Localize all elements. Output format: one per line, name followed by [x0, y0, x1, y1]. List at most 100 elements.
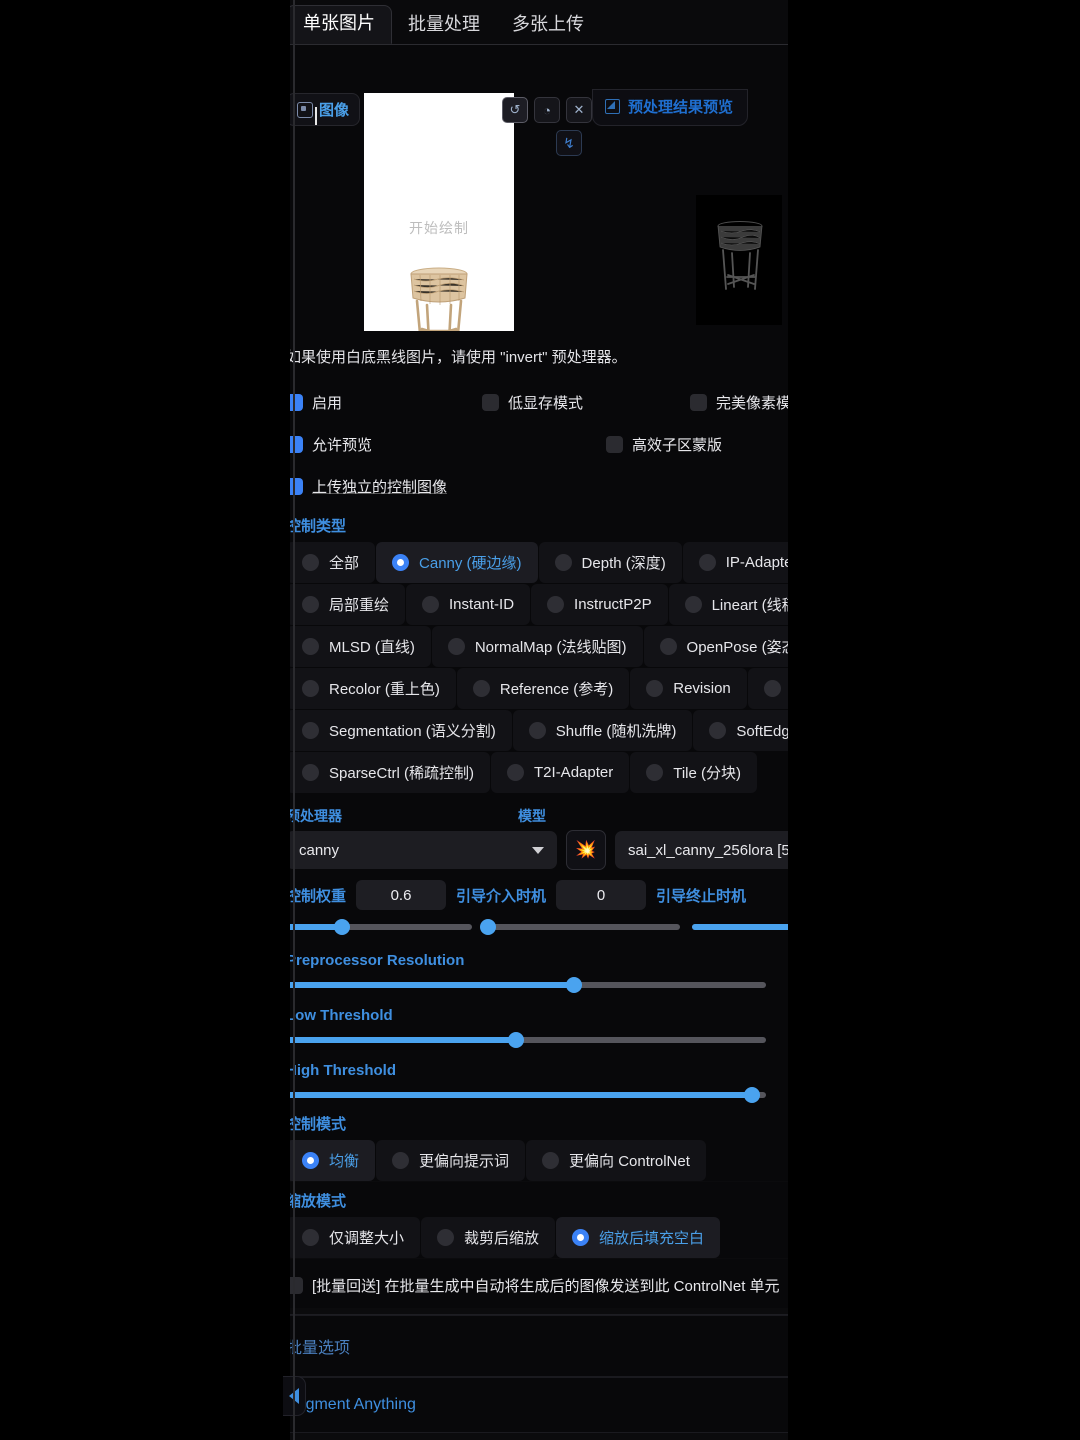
control-weight-value[interactable]: 0.6: [356, 880, 447, 910]
radio-sparsectrl[interactable]: SparseCtrl (稀疏控制): [290, 752, 491, 793]
guidance-start-thumb[interactable]: [479, 919, 496, 935]
send-button[interactable]: ↯: [556, 130, 582, 156]
resize-crop-and-resize-dot[interactable]: [437, 1229, 455, 1246]
tab-single-image[interactable]: 单张图片: [290, 5, 392, 44]
radio-segmentation[interactable]: Segmentation (语义分割): [290, 710, 512, 751]
radio-scribble[interactable]: Scribble: [747, 668, 788, 709]
low-threshold-thumb[interactable]: [508, 1032, 525, 1048]
radio-shuffle-label: Shuffle (随机洗牌): [555, 723, 677, 740]
preprocessor-dropdown[interactable]: canny: [290, 831, 557, 869]
checkbox-allow-preview[interactable]: 允许预览: [290, 434, 606, 455]
mode-balanced-dot[interactable]: [302, 1152, 319, 1169]
radio-canny-dot[interactable]: [392, 554, 410, 571]
radio-segmentation-dot[interactable]: [302, 722, 319, 739]
radio-softedge-dot[interactable]: [709, 722, 727, 739]
radio-sparsectrl-label: SparseCtrl (稀疏控制): [329, 765, 475, 782]
image-canvas[interactable]: 开始绘制: [364, 93, 514, 361]
checkbox-low-vram-box[interactable]: [482, 393, 499, 411]
radio-inpaint-dot[interactable]: [302, 596, 319, 613]
radio-openpose[interactable]: OpenPose (姿态): [643, 626, 788, 667]
resolution-thumb[interactable]: [566, 977, 582, 993]
radio-revision-dot[interactable]: [646, 680, 664, 697]
guidance-start-track: [484, 924, 680, 930]
radio-shuffle-dot[interactable]: [528, 722, 546, 739]
accordion-batch-options[interactable]: 批量选项: [290, 1315, 788, 1377]
checkbox-upload-independent-box[interactable]: [290, 477, 303, 495]
resize-crop-and-resize[interactable]: 裁剪后缩放: [421, 1217, 556, 1258]
radio-all-dot[interactable]: [302, 554, 319, 571]
radio-mlsd-dot[interactable]: [302, 638, 319, 655]
radio-instructp2p-dot[interactable]: [547, 596, 565, 613]
radio-reference-dot[interactable]: [472, 680, 490, 697]
radio-t2i-adapter-dot[interactable]: [507, 764, 525, 781]
resize-just-resize[interactable]: 仅调整大小: [290, 1217, 421, 1258]
radio-instructp2p[interactable]: InstructP2P: [531, 584, 668, 625]
radio-mlsd[interactable]: MLSD (直线): [290, 626, 431, 667]
accordion-segment-anything[interactable]: Segment Anything: [290, 1377, 788, 1433]
radio-ip-adapter[interactable]: IP-Adapter: [682, 542, 788, 583]
radio-recolor-dot[interactable]: [302, 680, 319, 697]
radio-recolor[interactable]: Recolor (重上色): [290, 668, 456, 709]
resize-and-fill-dot[interactable]: [572, 1229, 590, 1246]
tab-batch-process[interactable]: 批量处理: [392, 7, 496, 44]
preprocess-preview-tab[interactable]: 预处理结果预览: [592, 89, 749, 126]
radio-lineart-dot[interactable]: [684, 596, 702, 613]
mode-prompt-priority-dot[interactable]: [392, 1152, 410, 1169]
radio-scribble-dot[interactable]: [763, 680, 781, 697]
radio-normalmap-dot[interactable]: [447, 638, 465, 655]
radio-tile-dot[interactable]: [646, 764, 664, 781]
radio-shuffle[interactable]: Shuffle (随机洗牌): [512, 710, 693, 751]
radio-inpaint[interactable]: 局部重绘: [290, 584, 406, 625]
radio-canny[interactable]: Canny (硬边缘): [376, 542, 538, 583]
run-preprocessor-button[interactable]: 💥: [566, 830, 606, 870]
checkbox-pixel-perfect-box[interactable]: [690, 393, 707, 411]
checkbox-upload-independent[interactable]: 上传独立的控制图像: [290, 476, 447, 497]
guidance-start-value[interactable]: 0: [556, 880, 647, 910]
radio-instant-id[interactable]: Instant-ID: [406, 584, 531, 625]
checkbox-low-vram[interactable]: 低显存模式: [482, 392, 690, 413]
guidance-end-slider[interactable]: [692, 918, 788, 936]
clear-button[interactable]: ✕: [566, 97, 592, 123]
batch-loopback-row[interactable]: [批量回送] 在批量生成中自动将生成后的图像发送到此 ControlNet 单元: [290, 1259, 788, 1308]
radio-normalmap[interactable]: NormalMap (法线贴图): [431, 626, 643, 667]
batch-loopback-box[interactable]: [290, 1277, 303, 1294]
high-threshold-thumb[interactable]: [743, 1087, 760, 1103]
mode-balanced[interactable]: 均衡: [290, 1140, 376, 1181]
resolution-slider[interactable]: [290, 975, 766, 995]
control-weight-thumb[interactable]: [333, 919, 350, 935]
erase-button[interactable]: ◔: [534, 97, 560, 123]
checkbox-enable-box[interactable]: [290, 393, 303, 411]
radio-t2i-adapter[interactable]: T2I-Adapter: [491, 752, 630, 793]
radio-revision[interactable]: Revision: [630, 668, 747, 709]
resize-mode-group: 仅调整大小 裁剪后缩放 缩放后填充空白: [290, 1217, 788, 1258]
mode-controlnet-priority[interactable]: 更偏向 ControlNet: [526, 1140, 706, 1181]
guidance-start-slider[interactable]: [479, 918, 680, 936]
radio-reference[interactable]: Reference (参考): [456, 668, 630, 709]
checkbox-enable[interactable]: 启用: [290, 392, 482, 413]
checkbox-pixel-perfect[interactable]: 完美像素模式: [690, 392, 788, 413]
undo-button[interactable]: ↺: [502, 97, 528, 123]
mode-controlnet-priority-dot[interactable]: [542, 1152, 560, 1169]
radio-openpose-dot[interactable]: [659, 638, 677, 655]
radio-sparsectrl-dot[interactable]: [302, 764, 319, 781]
radio-lineart[interactable]: Lineart (线稿): [668, 584, 788, 625]
low-threshold-block: Low Threshold: [290, 995, 788, 1050]
checkbox-allow-preview-box[interactable]: [290, 435, 303, 453]
radio-depth[interactable]: Depth (深度): [538, 542, 682, 583]
radio-depth-dot[interactable]: [554, 554, 572, 571]
radio-instant-id-dot[interactable]: [422, 596, 440, 613]
radio-all[interactable]: 全部: [290, 542, 376, 583]
radio-softedge[interactable]: SoftEdge (软边缘): [693, 710, 788, 751]
radio-ip-adapter-dot[interactable]: [698, 554, 716, 571]
model-dropdown[interactable]: sai_xl_canny_256lora [5...: [615, 831, 788, 869]
checkbox-effective-mask[interactable]: 高效子区蒙版: [606, 434, 722, 455]
tab-multi-upload[interactable]: 多张上传: [496, 7, 600, 44]
control-weight-slider[interactable]: [290, 918, 472, 936]
mode-prompt-priority[interactable]: 更偏向提示词: [376, 1140, 526, 1181]
resize-just-resize-dot[interactable]: [302, 1229, 319, 1246]
checkbox-effective-mask-box[interactable]: [606, 435, 623, 453]
radio-tile[interactable]: Tile (分块): [630, 752, 758, 793]
resize-and-fill[interactable]: 缩放后填充空白: [556, 1217, 721, 1258]
low-threshold-slider[interactable]: [290, 1030, 766, 1050]
high-threshold-slider[interactable]: [290, 1085, 766, 1105]
